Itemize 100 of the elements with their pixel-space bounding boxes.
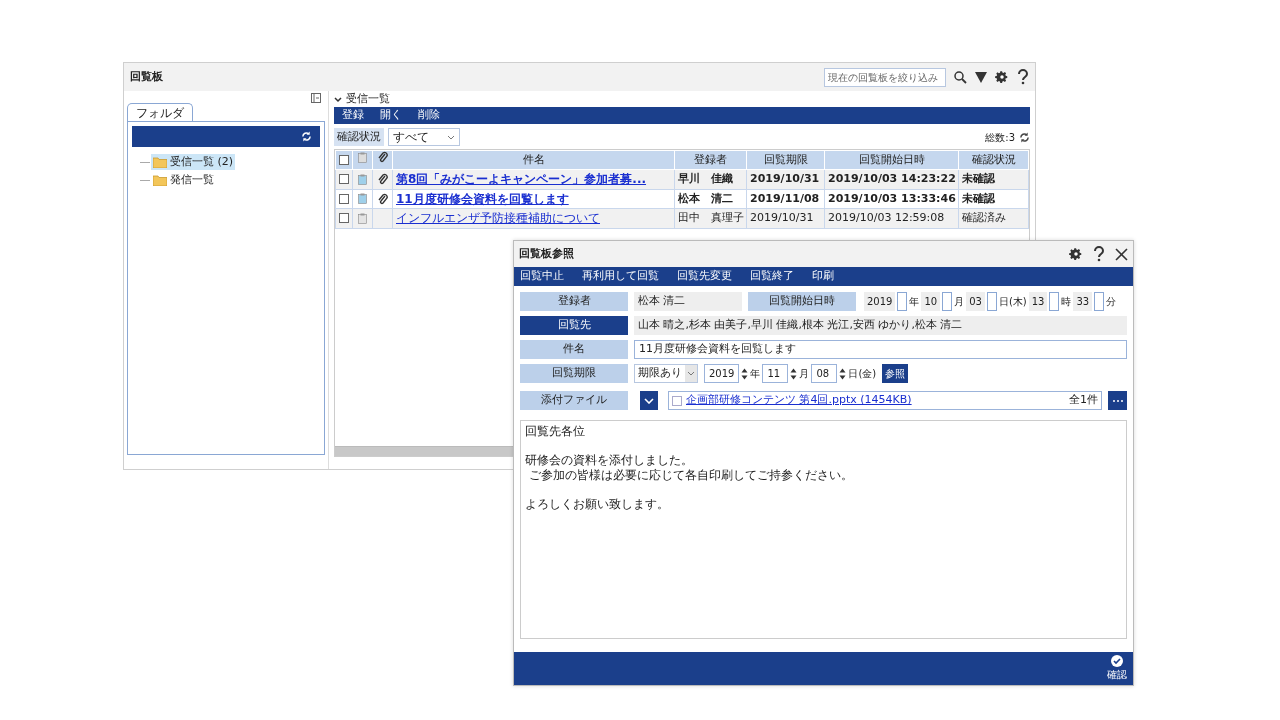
recipients-button[interactable]: 回覧先: [520, 316, 628, 335]
field-label: 回覧期限: [520, 364, 628, 383]
column-header[interactable]: 登録者: [674, 150, 747, 170]
file-count: 全1件: [1069, 392, 1098, 409]
clipboard-icon: [358, 212, 367, 224]
row-checkbox[interactable]: [339, 193, 349, 204]
dialog-title: 回覧板参照: [519, 245, 575, 262]
message-line: 回覧先各位: [525, 424, 586, 439]
help-icon[interactable]: [1093, 246, 1105, 262]
toolbar-button[interactable]: 開く: [380, 107, 402, 124]
list-heading: 受信一覧: [346, 91, 390, 108]
more-button[interactable]: [1108, 391, 1127, 410]
toolbar-button[interactable]: 回覧先変更: [677, 268, 732, 285]
folder-icon: [153, 174, 167, 186]
date-field[interactable]: 08: [811, 364, 838, 383]
table-cell: 確認済み: [962, 211, 1006, 224]
close-icon[interactable]: [1115, 247, 1128, 261]
table-cell: 早川 佳織: [678, 172, 733, 185]
clipboard-icon: [358, 151, 367, 163]
paperclip-icon: [377, 192, 388, 205]
message-line: 研修会の資料を添付しました。: [525, 453, 694, 468]
column-header[interactable]: 確認状況: [958, 150, 1029, 170]
filter-dropdown[interactable]: すべて: [388, 128, 460, 146]
toolbar-button[interactable]: 印刷: [812, 268, 834, 285]
help-icon[interactable]: [1017, 69, 1029, 85]
field-label: 件名: [520, 340, 628, 359]
chevron-down-icon[interactable]: [334, 96, 342, 103]
table-cell: 松本 清二: [678, 191, 733, 205]
select-all-checkbox[interactable]: [339, 154, 349, 165]
paperclip-icon: [377, 173, 388, 185]
field-label: 添付ファイル: [520, 391, 628, 410]
spinner-arrows-icon[interactable]: [839, 366, 847, 381]
date-value: 33: [1073, 292, 1093, 311]
date-field[interactable]: 11: [762, 364, 789, 383]
spinner-arrows-icon[interactable]: [790, 366, 798, 381]
column-header[interactable]: 件名: [392, 150, 675, 170]
toolbar-button[interactable]: 再利用して回覧: [582, 268, 659, 285]
filter-label: 確認状況: [334, 128, 384, 146]
toolbar-button[interactable]: 回覧終了: [750, 268, 794, 285]
table-cell: 2019/10/31: [750, 211, 814, 224]
settings-icon[interactable]: [995, 70, 1009, 84]
date-value: 13: [1028, 292, 1048, 311]
table-cell: 2019/10/03 13:33:46: [828, 191, 956, 205]
table-cell: 2019/10/31: [750, 172, 820, 185]
filter-icon[interactable]: [975, 71, 987, 83]
paperclip-icon: [377, 151, 388, 164]
clipboard-icon: [358, 173, 367, 185]
toolbar-button[interactable]: 削除: [418, 107, 440, 124]
folder-tab[interactable]: フォルダ: [127, 103, 193, 121]
expand-button[interactable]: [640, 391, 658, 410]
field-label: 回覧開始日時: [748, 292, 856, 311]
date-value: 2019: [864, 292, 896, 311]
total-count: 総数:3: [985, 130, 1015, 145]
file-checkbox[interactable]: [672, 395, 682, 406]
lookup-button[interactable]: 参照: [882, 364, 909, 383]
caret-icon: [447, 134, 455, 140]
registrant-value: 松本 清二: [634, 292, 742, 311]
date-unit: 年: [750, 367, 761, 381]
more-icon: [1112, 399, 1123, 402]
subject-field[interactable]: 11月度研修会資料を回覧します: [634, 340, 1127, 359]
date-unit: 日(金): [848, 367, 877, 381]
date-unit: 時: [1061, 295, 1072, 309]
column-header[interactable]: 回覧期限: [746, 150, 825, 170]
table-cell: 未確認: [962, 172, 995, 185]
row-checkbox[interactable]: [339, 213, 349, 223]
table-cell: 田中 真理子: [678, 211, 744, 224]
refresh-icon[interactable]: [1019, 131, 1030, 143]
folder-item[interactable]: 受信一覧 (2): [151, 154, 236, 170]
search-icon[interactable]: [954, 70, 967, 84]
date-unit: 分: [1106, 295, 1117, 309]
caret-icon: [687, 371, 695, 376]
recipients-value: 山本 晴之,杉本 由美子,早川 佳織,根本 光江,安西 ゆかり,松本 清二: [634, 316, 1127, 335]
check-circle-icon: [1111, 655, 1123, 667]
file-link[interactable]: 企画部研修コンテンツ 第4回.pptx (1454KB): [686, 392, 1065, 409]
settings-icon[interactable]: [1069, 247, 1083, 261]
window-title: 回覧板: [130, 68, 164, 85]
date-unit: 月: [954, 295, 965, 309]
folder-item[interactable]: 発信一覧: [151, 172, 216, 188]
date-value: 10: [921, 292, 941, 311]
date-field[interactable]: 2019: [704, 364, 740, 383]
chevron-down-icon: [644, 397, 654, 404]
toolbar-button[interactable]: 回覧中止: [520, 268, 564, 285]
table-cell: 2019/11/08: [750, 191, 820, 205]
field-label: 登録者: [520, 292, 628, 311]
message-line: ご参加の皆様は必要に応じて各自印刷してご持参ください。: [527, 468, 854, 483]
message-line: よろしくお願い致します。: [525, 497, 670, 512]
table-cell: 2019/10/03 12:59:08: [828, 211, 945, 224]
folder-icon: [153, 156, 167, 168]
date-unit: 日(木): [998, 295, 1027, 309]
date-unit: 年: [909, 295, 920, 309]
column-header[interactable]: 回覧開始日時: [824, 150, 959, 170]
row-checkbox[interactable]: [339, 174, 349, 184]
search-field[interactable]: 現在の回覧板を絞り込み: [824, 67, 946, 87]
toolbar-button[interactable]: 登録: [342, 107, 364, 124]
clipboard-icon: [358, 193, 367, 204]
deadline-mode-dropdown[interactable]: 期限あり: [634, 364, 698, 383]
date-value: 03: [966, 292, 985, 311]
collapse-pane-icon[interactable]: [311, 93, 321, 103]
confirm-button[interactable]: 確認: [1107, 655, 1127, 682]
spinner-arrows-icon[interactable]: [741, 366, 749, 381]
